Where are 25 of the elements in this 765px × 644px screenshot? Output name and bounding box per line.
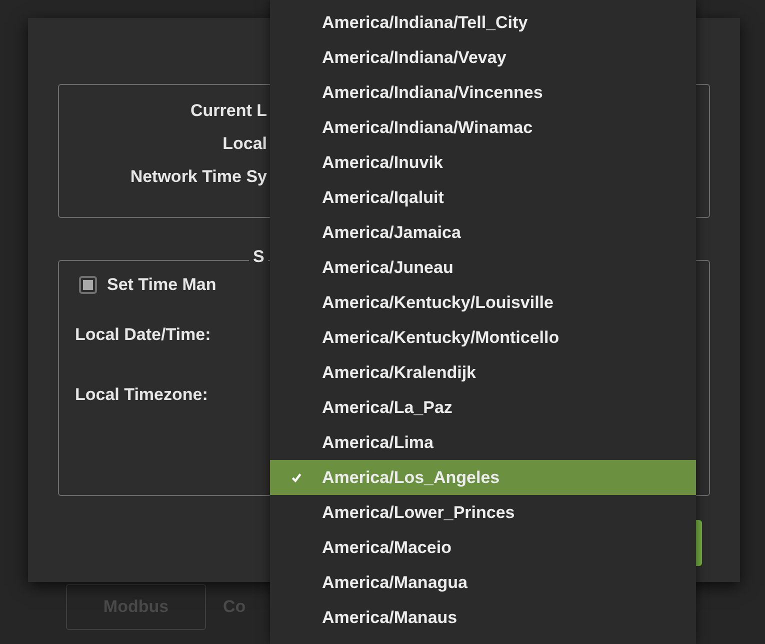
menu-option[interactable]: America/Indiana/Tell_City bbox=[270, 5, 696, 40]
menu-option[interactable]: America/Maceio bbox=[270, 530, 696, 565]
menu-option[interactable]: America/Lower_Princes bbox=[270, 495, 696, 530]
menu-option[interactable]: America/Indiana/Winamac bbox=[270, 110, 696, 145]
menu-option[interactable]: America/Manaus bbox=[270, 600, 696, 635]
menu-option[interactable]: America/Managua bbox=[270, 565, 696, 600]
menu-option[interactable]: America/Kentucky/Monticello bbox=[270, 320, 696, 355]
field-label: Local Date/Time: bbox=[75, 325, 211, 345]
menu-option[interactable]: America/Inuvik bbox=[270, 145, 696, 180]
field-label: Local bbox=[222, 134, 267, 154]
field-label: Network Time Sy bbox=[130, 167, 267, 187]
menu-option[interactable]: America/Indiana/Vevay bbox=[270, 40, 696, 75]
menu-option[interactable]: America/Iqaluit bbox=[270, 180, 696, 215]
checkbox[interactable] bbox=[79, 276, 97, 294]
menu-option[interactable]: America/Indiana/Vincennes bbox=[270, 75, 696, 110]
checkbox-label: Set Time Man bbox=[107, 275, 216, 295]
field-label: Current L bbox=[190, 101, 267, 121]
menu-option[interactable]: America/Jamaica bbox=[270, 215, 696, 250]
field-label: Local Timezone: bbox=[75, 385, 208, 405]
check-icon bbox=[290, 472, 302, 483]
menu-option[interactable]: America/Kralendijk bbox=[270, 355, 696, 390]
menu-option[interactable]: America/Juneau bbox=[270, 250, 696, 285]
menu-option[interactable]: America/La_Paz bbox=[270, 390, 696, 425]
menu-option[interactable]: America/Kentucky/Louisville bbox=[270, 285, 696, 320]
menu-option[interactable]: America/Lima bbox=[270, 425, 696, 460]
